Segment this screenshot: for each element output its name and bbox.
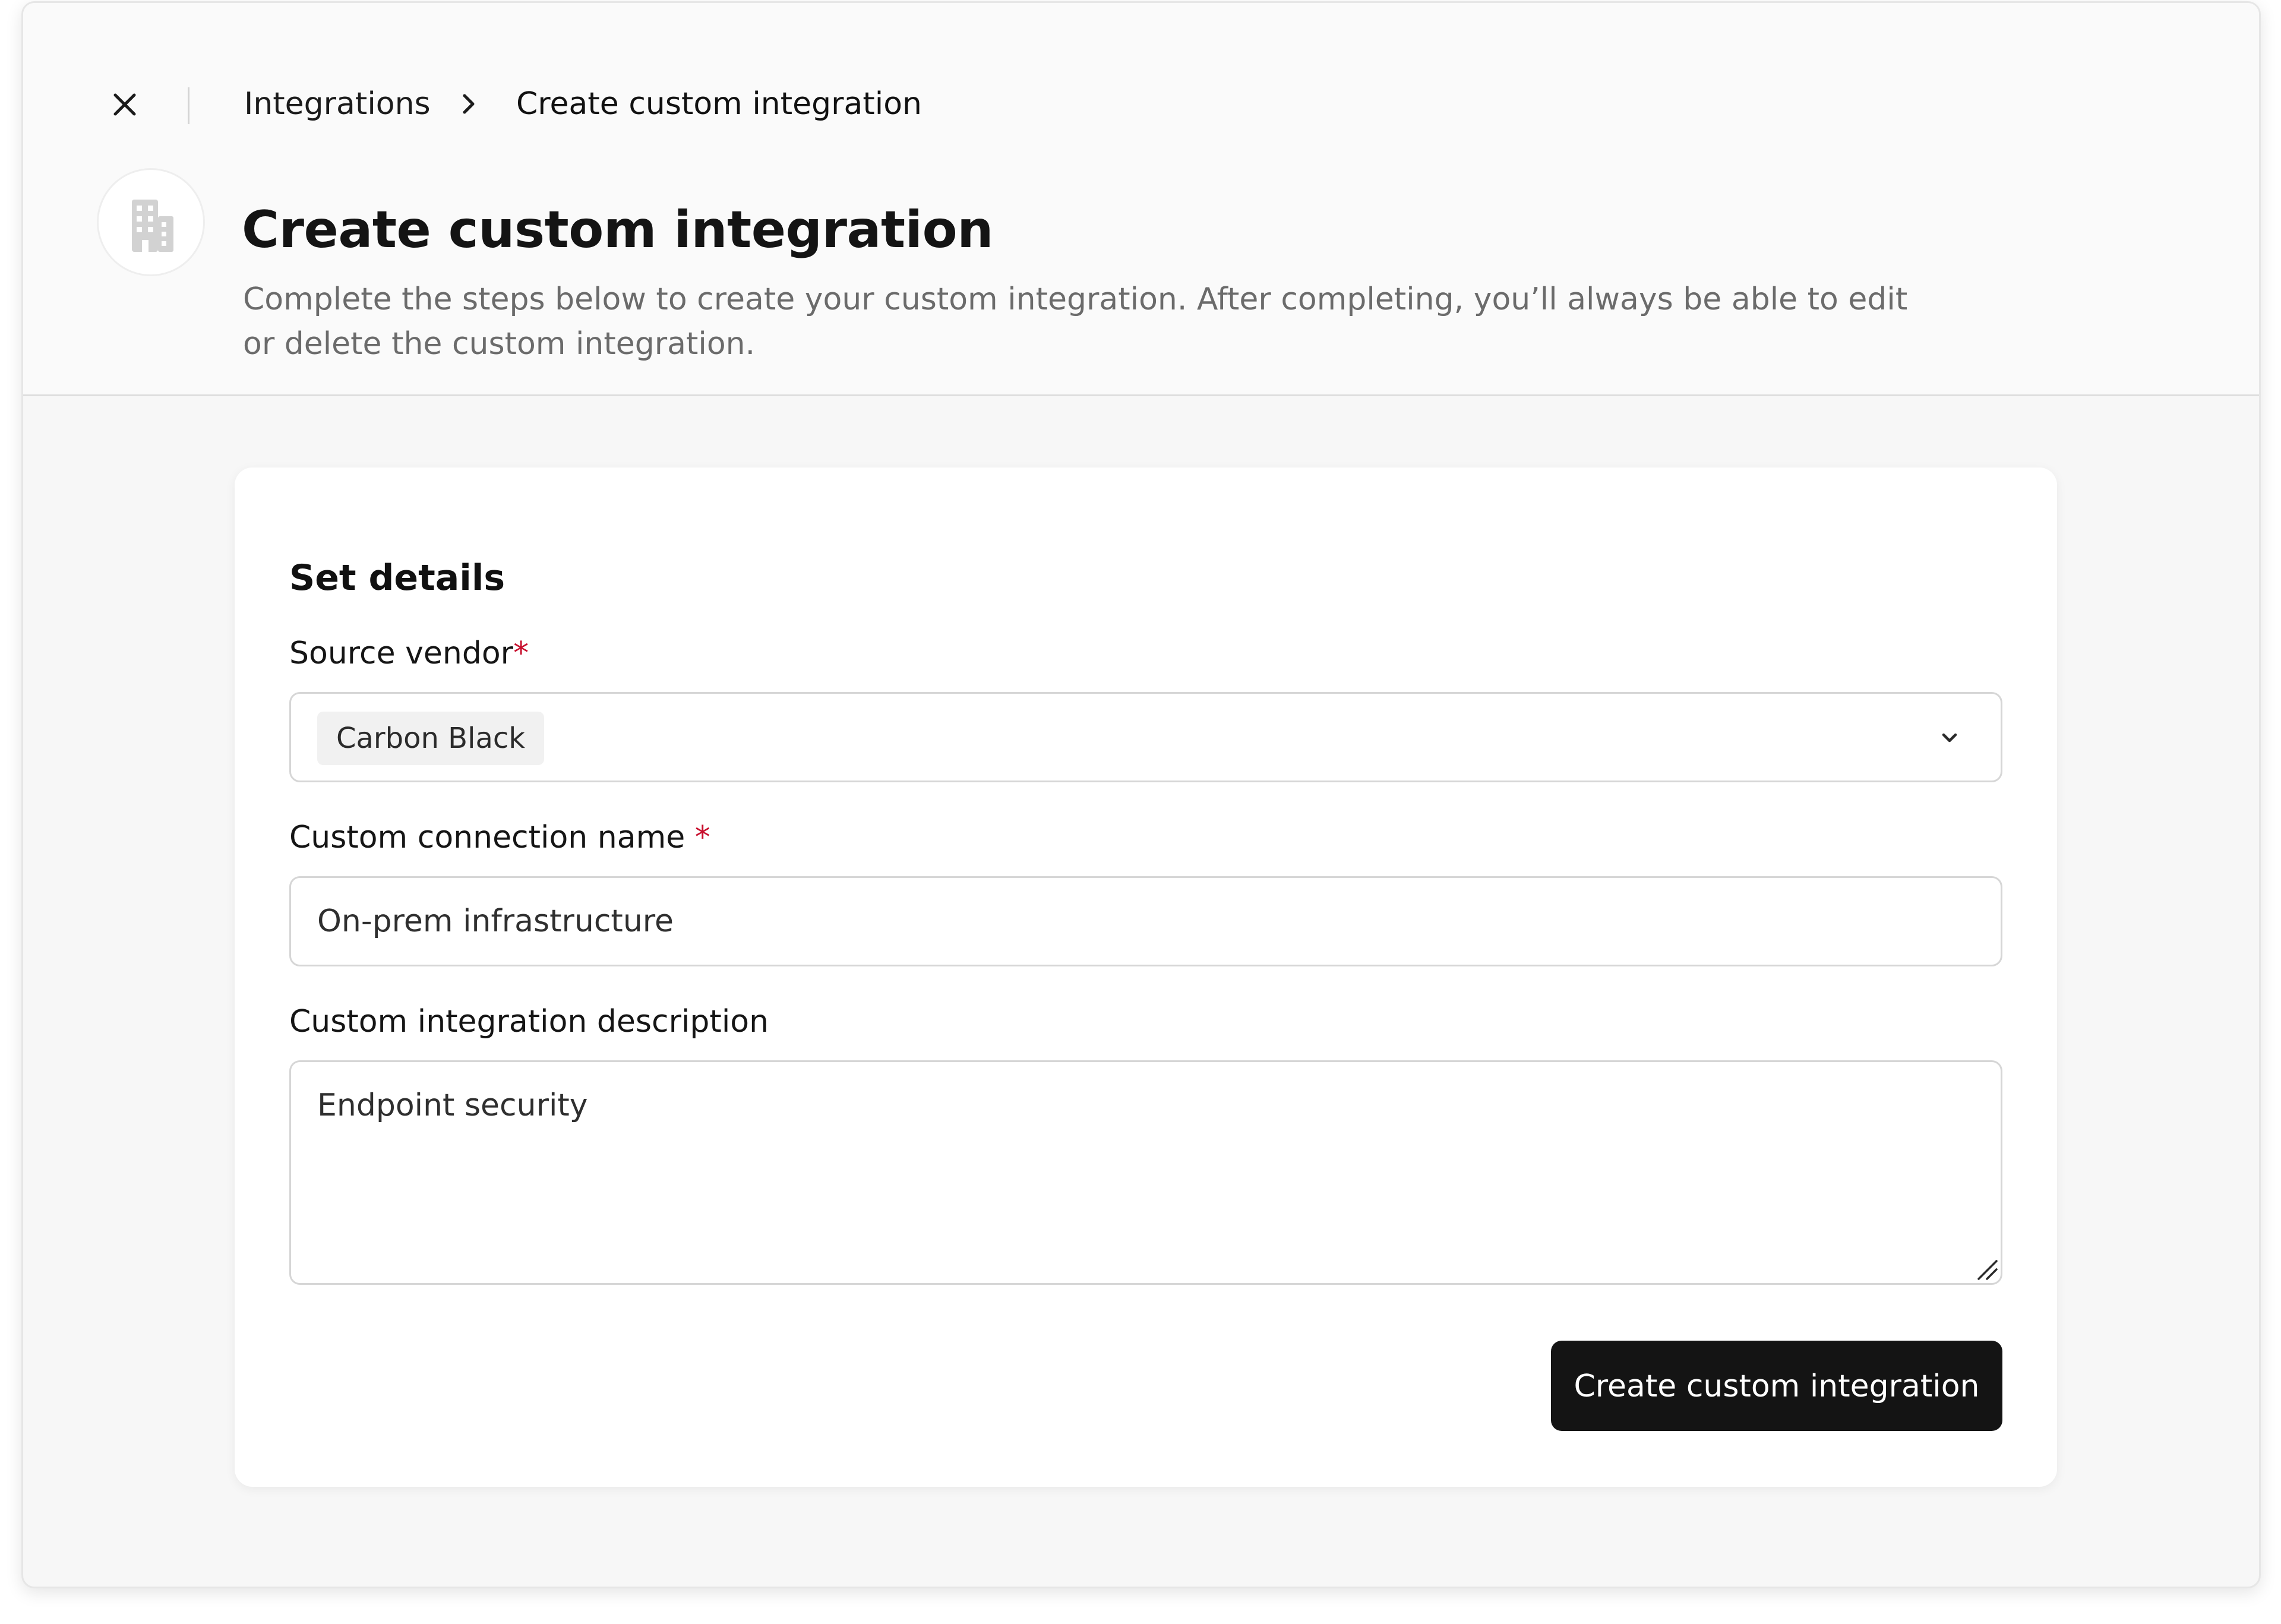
modal-window: Integrations Create custom integration C… [21,1,2261,1588]
page-description: Complete the steps below to create your … [243,282,1908,362]
required-asterisk: * [694,820,710,855]
set-details-card: Set details Source vendor* Carbon Black … [235,467,2057,1487]
breadcrumb-integrations-link[interactable]: Integrations [244,85,431,123]
chevron-down-icon [1942,733,1957,743]
chevron-right-icon [463,94,475,114]
source-vendor-select[interactable]: Carbon Black [289,692,2002,782]
breadcrumb-current: Create custom integration [516,86,922,122]
connection-name-label: Custom connection name * [289,818,710,857]
building-icon [132,200,173,252]
required-asterisk: * [513,636,529,671]
connection-name-label-text: Custom connection name [289,820,685,855]
connection-name-input[interactable] [289,876,2002,966]
close-button[interactable] [104,84,146,125]
resize-handle-icon[interactable] [1975,1258,1999,1281]
source-vendor-label: Source vendor* [289,634,529,673]
source-vendor-label-text: Source vendor [289,636,514,671]
close-icon [113,93,136,116]
page-title: Create custom integration [242,200,993,260]
description-label: Custom integration description [289,1004,769,1040]
section-title: Set details [289,557,506,599]
selected-vendor-chip: Carbon Black [317,712,545,765]
integration-avatar [97,168,205,276]
create-custom-integration-button[interactable]: Create custom integration [1551,1341,2002,1431]
page-header: Integrations Create custom integration C… [23,3,2259,396]
header-divider [188,87,189,124]
description-textarea[interactable]: Endpoint security [289,1060,2002,1285]
